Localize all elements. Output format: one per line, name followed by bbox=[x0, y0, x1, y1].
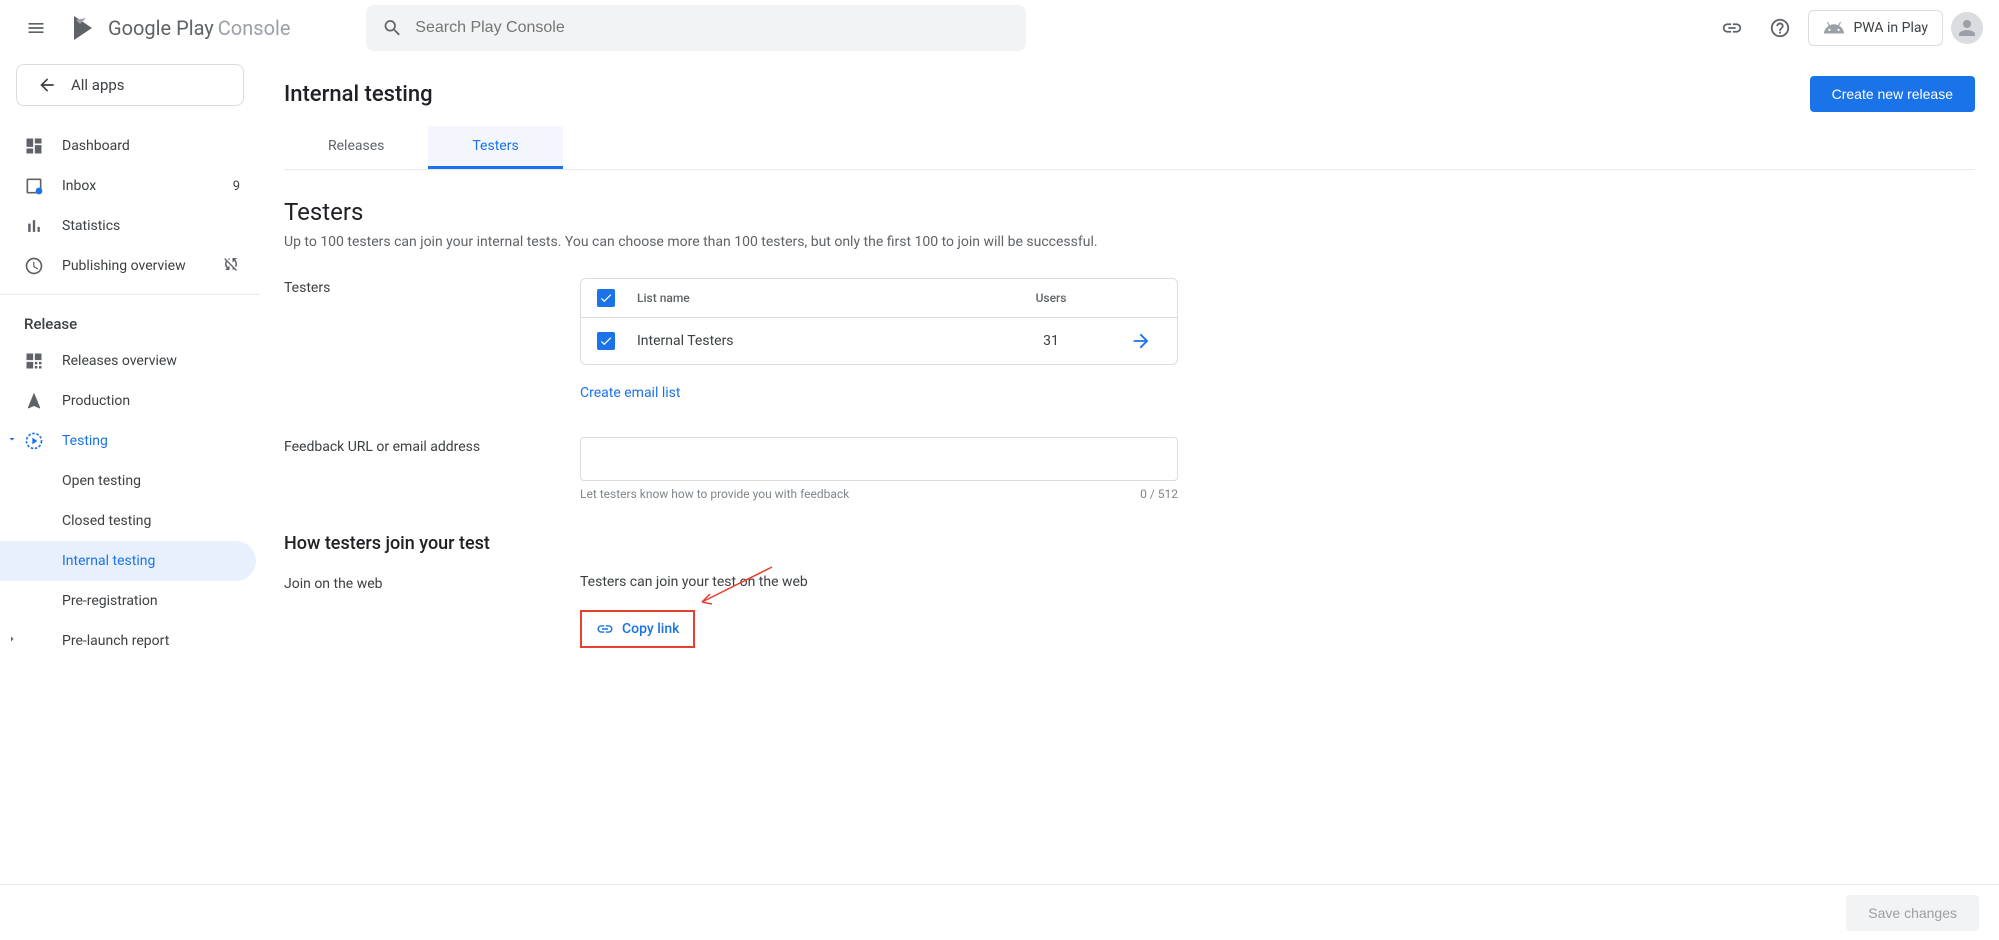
nav-divider bbox=[0, 294, 260, 295]
nav-releases-overview[interactable]: Releases overview bbox=[0, 341, 256, 381]
nav-closed-testing[interactable]: Closed testing bbox=[0, 501, 256, 541]
row-checkbox[interactable] bbox=[597, 332, 615, 350]
android-icon bbox=[1823, 17, 1845, 39]
select-all-checkbox[interactable] bbox=[597, 289, 615, 307]
caret-down-icon bbox=[6, 433, 18, 449]
nav-statistics[interactable]: Statistics bbox=[0, 206, 256, 246]
nav-label: Closed testing bbox=[62, 513, 151, 529]
testers-table: List name Users Internal Testers 31 bbox=[580, 278, 1178, 365]
nav-label: Internal testing bbox=[62, 553, 155, 569]
row-action[interactable] bbox=[1121, 330, 1161, 352]
play-console-icon bbox=[68, 12, 100, 44]
section-title-testers: Testers bbox=[284, 198, 1975, 226]
testing-icon bbox=[24, 431, 44, 451]
tab-releases[interactable]: Releases bbox=[284, 126, 428, 169]
feedback-count: 0 / 512 bbox=[1140, 487, 1178, 501]
logo-text-console: Console bbox=[218, 16, 291, 40]
nav-internal-testing[interactable]: Internal testing bbox=[0, 541, 256, 581]
footer-bar: Save changes bbox=[0, 884, 1999, 940]
search-box[interactable] bbox=[366, 5, 1026, 51]
all-apps-label: All apps bbox=[71, 76, 125, 94]
pwa-badge[interactable]: PWA in Play bbox=[1808, 10, 1943, 46]
feedback-label: Feedback URL or email address bbox=[284, 437, 580, 455]
link-icon bbox=[596, 620, 614, 638]
create-email-list-link[interactable]: Create email list bbox=[580, 385, 1178, 401]
annotation-arrow-icon bbox=[692, 562, 782, 612]
nav-inbox[interactable]: Inbox 9 bbox=[0, 166, 256, 206]
help-icon bbox=[1769, 17, 1791, 39]
nav-label: Production bbox=[62, 393, 130, 409]
nav-label: Pre-registration bbox=[62, 593, 158, 609]
nav-dashboard[interactable]: Dashboard bbox=[0, 126, 256, 166]
nav-pre-registration[interactable]: Pre-registration bbox=[0, 581, 256, 621]
search-icon bbox=[382, 17, 403, 39]
section-desc-testers: Up to 100 testers can join your internal… bbox=[284, 234, 1975, 250]
pwa-badge-text: PWA in Play bbox=[1853, 20, 1928, 36]
logo[interactable]: Google Play Console bbox=[68, 12, 290, 44]
copy-link-button[interactable]: Copy link bbox=[580, 610, 695, 648]
search-input[interactable] bbox=[415, 19, 1010, 37]
arrow-left-icon bbox=[37, 75, 57, 95]
help-button[interactable] bbox=[1760, 8, 1800, 48]
nav-publishing-overview[interactable]: Publishing overview bbox=[0, 246, 256, 286]
avatar[interactable] bbox=[1951, 12, 1983, 44]
inbox-icon bbox=[24, 176, 44, 196]
nav-label: Open testing bbox=[62, 473, 141, 489]
join-web-desc: Testers can join your test on the web bbox=[580, 574, 1178, 590]
nav-section-release: Release bbox=[0, 303, 260, 341]
save-changes-button[interactable]: Save changes bbox=[1846, 895, 1979, 931]
nav-label: Pre-launch report bbox=[62, 633, 169, 649]
row-users: 31 bbox=[981, 333, 1121, 349]
nav-pre-launch-report[interactable]: Pre-launch report bbox=[0, 621, 256, 661]
testers-row-label: Testers bbox=[284, 278, 580, 296]
join-web-label: Join on the web bbox=[284, 574, 580, 592]
logo-text-play: Google Play bbox=[108, 16, 214, 40]
check-icon bbox=[599, 291, 613, 305]
nav-label: Publishing overview bbox=[62, 258, 186, 274]
link-button[interactable] bbox=[1712, 8, 1752, 48]
table-header: List name Users bbox=[581, 279, 1177, 318]
nav-label: Releases overview bbox=[62, 353, 177, 369]
how-testers-join-heading: How testers join your test bbox=[284, 533, 1975, 554]
nav-label: Dashboard bbox=[62, 138, 130, 154]
nav-label: Testing bbox=[62, 433, 108, 449]
menu-button[interactable] bbox=[16, 8, 56, 48]
check-icon bbox=[599, 334, 613, 348]
person-icon bbox=[1955, 16, 1979, 40]
caret-right-icon bbox=[6, 633, 18, 649]
all-apps-button[interactable]: All apps bbox=[16, 64, 244, 106]
copy-link-text: Copy link bbox=[622, 621, 679, 637]
sync-off-icon bbox=[222, 255, 240, 277]
nav-testing[interactable]: Testing bbox=[0, 421, 256, 461]
publishing-icon bbox=[24, 256, 44, 276]
feedback-help: Let testers know how to provide you with… bbox=[580, 487, 849, 501]
sidebar: All apps Dashboard Inbox 9 Statistics Pu… bbox=[0, 56, 260, 728]
feedback-input[interactable] bbox=[580, 437, 1178, 481]
dashboard-icon bbox=[24, 136, 44, 156]
tabs: Releases Testers bbox=[284, 126, 1975, 170]
page-title: Internal testing bbox=[284, 82, 433, 107]
nav-open-testing[interactable]: Open testing bbox=[0, 461, 256, 501]
table-row: Internal Testers 31 bbox=[581, 318, 1177, 364]
col-header-name: List name bbox=[637, 291, 981, 305]
nav-label: Inbox bbox=[62, 178, 96, 194]
nav-label: Statistics bbox=[62, 218, 120, 234]
link-icon bbox=[1721, 17, 1743, 39]
col-header-users: Users bbox=[981, 291, 1121, 305]
statistics-icon bbox=[24, 216, 44, 236]
create-release-button[interactable]: Create new release bbox=[1810, 76, 1975, 112]
arrow-right-icon bbox=[1130, 330, 1152, 352]
releases-icon bbox=[24, 351, 44, 371]
row-name: Internal Testers bbox=[637, 333, 981, 349]
nav-badge: 9 bbox=[233, 179, 240, 194]
nav-production[interactable]: Production bbox=[0, 381, 256, 421]
tab-testers[interactable]: Testers bbox=[428, 126, 562, 169]
hamburger-icon bbox=[26, 18, 46, 38]
production-icon bbox=[24, 391, 44, 411]
